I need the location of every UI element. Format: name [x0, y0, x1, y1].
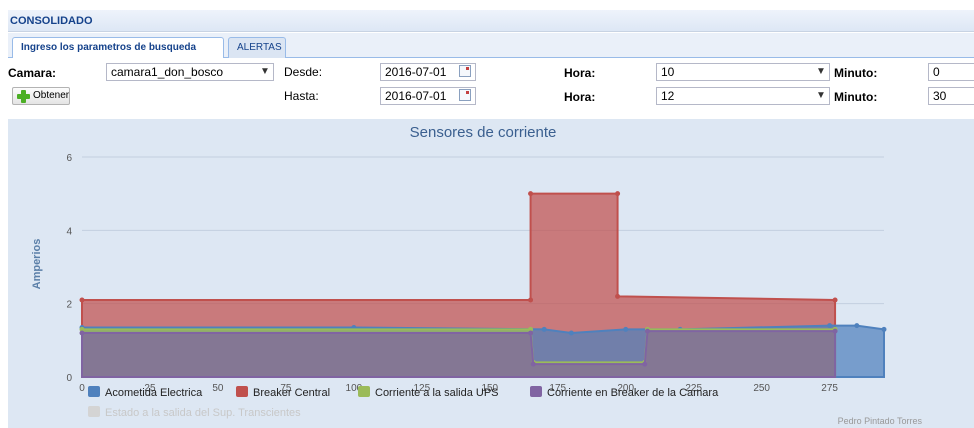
y-tick-label: 4 — [66, 226, 72, 237]
x-tick-label: 0 — [79, 383, 85, 394]
plus-icon — [17, 90, 30, 103]
data-point — [615, 293, 621, 299]
data-point — [530, 361, 536, 367]
data-point — [827, 323, 833, 329]
y-axis-label: Amperios — [31, 239, 43, 290]
desde-label: Desde: — [284, 65, 323, 79]
camara-select[interactable]: camara1_don_bosco ▼ — [106, 63, 274, 81]
obtener-button-label: Obtener — [33, 90, 70, 101]
hora-hasta-value: 12 — [661, 89, 675, 103]
minuto-hasta-label: Minuto: — [834, 90, 878, 104]
hasta-date-value: 2016-07-01 — [385, 89, 447, 103]
camara-label: Camara: — [8, 66, 57, 80]
x-tick-label: 250 — [753, 383, 770, 394]
hora-hasta-select[interactable]: 12 ▼ — [656, 87, 830, 105]
chevron-down-icon[interactable]: ▼ — [257, 64, 273, 80]
tab-alertas[interactable]: ALERTAS — [228, 37, 286, 58]
series-area — [81, 330, 837, 378]
y-tick-label: 2 — [66, 300, 72, 311]
legend-swatch — [236, 386, 248, 397]
desde-date-value: 2016-07-01 — [385, 65, 447, 79]
data-point — [615, 191, 621, 197]
legend-item-label: Estado a la salida del Sup. Transcientes — [105, 407, 301, 419]
series-group — [79, 191, 887, 378]
y-tick-label: 6 — [66, 153, 72, 164]
data-point — [623, 326, 629, 332]
data-point — [528, 330, 534, 336]
chart-panel: Sensores de corriente Amperios 0 2 4 6 0 25 50… — [8, 119, 974, 428]
legend-item-label: Corriente a la salida UPS — [375, 387, 499, 399]
legend-swatch — [88, 406, 100, 417]
x-tick-label: 275 — [821, 383, 838, 394]
minuto-desde-value: 0 — [933, 65, 940, 79]
legend-swatch — [358, 386, 370, 397]
panel-header: CONSOLIDADO — [8, 10, 974, 32]
search-form: Camara: camara1_don_bosco ▼ Desde: 2016-… — [8, 58, 974, 119]
camara-select-value: camara1_don_bosco — [111, 65, 224, 79]
hora-desde-value: 10 — [661, 65, 675, 79]
panel-title: CONSOLIDADO — [10, 15, 93, 27]
data-point — [644, 328, 650, 334]
hora-desde-label: Hora: — [564, 66, 596, 80]
chart-title: Sensores de corriente — [410, 124, 557, 141]
chevron-down-icon[interactable]: ▼ — [813, 64, 829, 80]
data-point — [881, 326, 887, 332]
x-tick-label: 50 — [212, 383, 224, 394]
legend-swatch — [88, 386, 100, 397]
legend-item-label: Acometida Electrica — [105, 387, 203, 399]
legend-item-label: Breaker Central — [253, 387, 330, 399]
data-point — [541, 326, 547, 332]
minuto-hasta-input[interactable]: 30 — [928, 87, 974, 105]
hora-hasta-label: Hora: — [564, 90, 596, 104]
data-point — [568, 330, 574, 336]
minuto-hasta-value: 30 — [933, 89, 947, 103]
hora-desde-select[interactable]: 10 ▼ — [656, 63, 830, 81]
data-point — [528, 297, 534, 303]
minuto-desde-label: Minuto: — [834, 66, 878, 80]
hasta-label: Hasta: — [284, 89, 319, 103]
chart-legend: Acometida Electrica Breaker Central Corrie… — [88, 386, 719, 419]
data-point — [832, 328, 838, 334]
obtener-button[interactable]: Obtener — [12, 87, 70, 105]
tab-bar: Ingreso los parametros de busqueda ALERT… — [8, 33, 974, 59]
data-point — [854, 323, 860, 329]
data-point — [79, 330, 85, 336]
calendar-icon[interactable] — [459, 65, 471, 77]
legend-item-label: Corriente en Breaker de la Camara — [547, 387, 719, 399]
chevron-down-icon[interactable]: ▼ — [813, 88, 829, 104]
data-point — [79, 297, 85, 303]
minuto-desde-input[interactable]: 0 — [928, 63, 974, 81]
legend-swatch — [530, 386, 542, 397]
calendar-icon[interactable] — [459, 89, 471, 101]
data-point — [832, 297, 838, 303]
chart-credits: Pedro Pintado Torres — [838, 416, 923, 426]
current-sensors-chart: Sensores de corriente Amperios 02460 25 50… — [31, 124, 923, 426]
data-point — [528, 191, 534, 197]
y-tick-label: 0 — [66, 373, 72, 384]
data-point — [642, 361, 648, 367]
tab-parametros[interactable]: Ingreso los parametros de busqueda — [12, 37, 224, 59]
